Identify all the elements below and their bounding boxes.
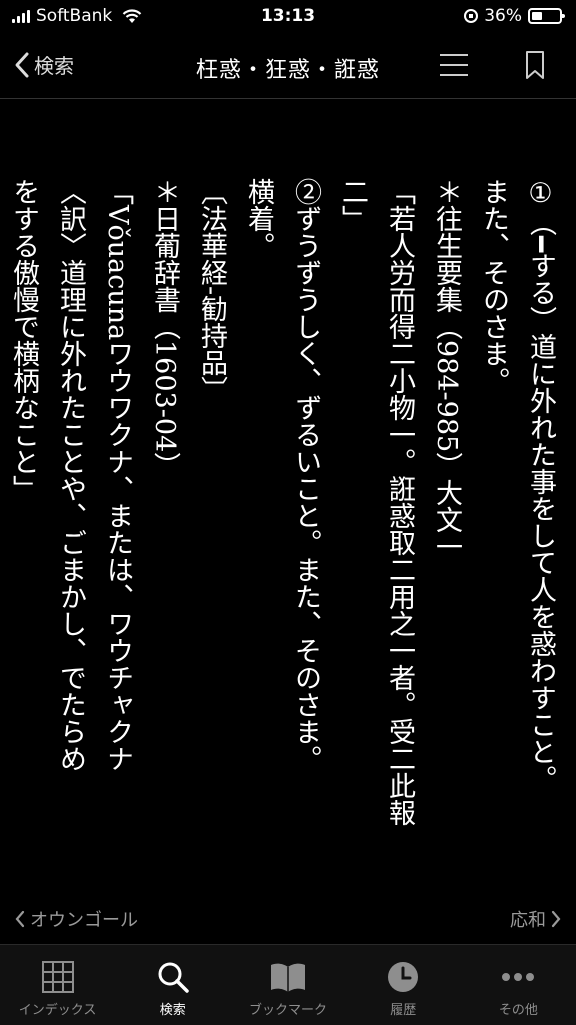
tab-bookmarks[interactable]: ブックマーク	[230, 945, 345, 1025]
menu-icon[interactable]	[440, 54, 468, 76]
next-entry-link[interactable]: 応和	[510, 906, 562, 932]
nav-bar: 検索 枉惑・狂惑・誑惑	[0, 34, 576, 99]
battery-icon	[528, 8, 565, 24]
tab-label: ブックマーク	[249, 1003, 328, 1018]
tab-index[interactable]: インデックス	[0, 945, 115, 1025]
entry-line: 「Vǒuacunaワウワクナ、または、ワウチャクナ	[102, 178, 133, 773]
clock-icon	[383, 957, 423, 997]
entry-line: 横着。	[243, 178, 274, 259]
next-entry-label: 応和	[510, 910, 546, 931]
search-icon	[153, 957, 193, 997]
entry-line: 〔法華経‐勧持品〕	[196, 178, 227, 404]
page-title: 枉惑・狂惑・誑惑	[195, 58, 380, 83]
status-bar: SoftBank 13:13 36%	[0, 0, 576, 34]
tab-label: インデックス	[18, 1003, 97, 1018]
tab-bar: インデックス 検索 ブックマーク 履歴 その他	[0, 944, 576, 1025]
more-icon	[498, 957, 538, 997]
grid-icon	[38, 957, 78, 997]
entry-line: 二」	[337, 178, 368, 232]
entry-line: 「若人労而得二小物一。誑惑取二用之一者。受二此報	[384, 178, 415, 826]
tab-more[interactable]: その他	[461, 945, 576, 1025]
status-right: 36%	[464, 6, 565, 26]
entry-line: ②ずうずうしく、ずるいこと。また、そのさま。	[290, 178, 321, 772]
tab-history[interactable]: 履歴	[346, 945, 461, 1025]
book-icon	[268, 957, 308, 997]
entry-line: ＊日葡辞書（1603‐04）	[149, 178, 180, 480]
bookmark-icon[interactable]	[524, 50, 546, 80]
orientation-lock-icon	[464, 9, 479, 23]
entry-line: また、そのさま。	[478, 178, 509, 394]
entry-line: をする傲慢で横柄なこと」	[8, 178, 39, 502]
prev-entry-link[interactable]: オウンゴール	[14, 906, 138, 932]
chevron-right-icon	[551, 910, 561, 928]
chevron-left-icon	[15, 910, 25, 928]
entry-line: ①（━する）道に外れた事をして人を惑わすこと。	[525, 178, 556, 793]
tab-label: その他	[498, 1003, 538, 1018]
entry-line: 〈訳〉道理に外れたことや、ごまかし、でたらめ	[55, 178, 86, 772]
entry-content: ①（━する）道に外れた事をして人を惑わすこと。 また、そのさま。 ＊往生要集（9…	[0, 170, 576, 890]
entry-navigation: オウンゴール 応和	[0, 902, 576, 936]
entry-line: ＊往生要集（984‐985）大文一	[431, 178, 462, 561]
tab-label: 検索	[159, 1003, 186, 1018]
battery-percent: 36%	[484, 6, 522, 26]
tab-label: 履歴	[390, 1003, 417, 1018]
tab-search[interactable]: 検索	[115, 945, 230, 1025]
prev-entry-label: オウンゴール	[30, 910, 138, 931]
